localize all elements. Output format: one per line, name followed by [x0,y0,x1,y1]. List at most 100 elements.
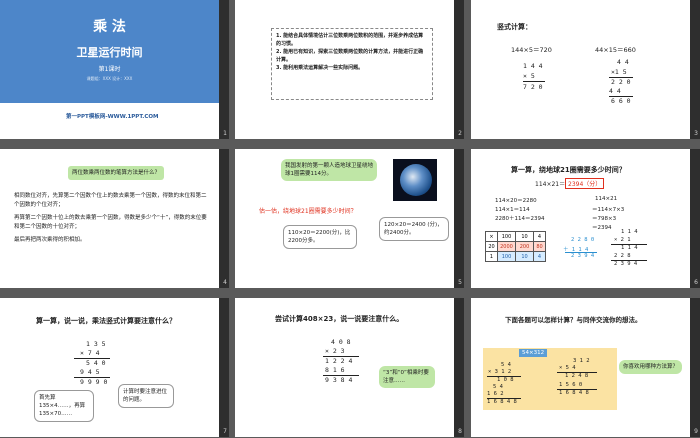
vert-line-4: 2 2 8 [614,253,631,259]
slide-thumbnail-1[interactable]: 乘 法 卫星运行时间 第1课时 课题组：XXX 设计：XXX 第一PPT模板网-… [0,0,229,139]
slide-number-7: 7 [223,428,227,435]
calc1-line-1: 5 4 [501,362,511,368]
grid-cell: 200 [515,241,534,252]
earth-image [393,159,437,201]
sum-line-1: 2 2 8 0 [571,237,595,243]
vert-line-2: × 2 1 [614,237,631,243]
preference-question: 你喜欢用哪种方法算？ [619,360,683,374]
slide-number-4: 4 [223,279,227,286]
calc1-line-3: 7 2 0 [523,83,543,91]
zero-note: “3”和“0”相乘时要注意…… [379,366,435,388]
vert-line-3: 1 1 4 [621,245,638,251]
slide-4-body: 相同数位对齐，先算第二个因数个位上的数去乘第一个因数，得数的末位和第二个因数的个… [14,192,210,245]
body-paragraph-3: 最后再把两次乘得的积相加。 [14,237,86,243]
slide-number-1: 1 [223,130,227,137]
estimate-1: 110×20＝2200(分)，比2200分多。 [283,225,357,249]
slide-thumbnail-9[interactable]: 下面各题可以怎样计算？与同伴交流你的想法。 54×312 5 4 × 3 1 2… [471,298,700,437]
slide-1-lesson: 第1课时 [98,66,121,73]
slide-number-5: 5 [458,279,462,286]
calc2-line-5: 1 6 8 4 8 [559,390,589,396]
problem-label: 54×312 [519,349,548,357]
slide-8-heading: 尝试计算408×23，说一说要注意什么。 [275,315,404,323]
slide-thumbnail-5[interactable]: 我国发射的第一颗人造地球卫星绕地球1圈需要114分。 估一估，绕地球21圈需要多… [235,149,464,288]
grid-cell: 20 [485,241,498,252]
grid-cell: 100 [497,231,516,242]
calc2-line-5: 6 6 0 [611,97,631,105]
estimate-2: 120×20＝2400 (分)，约2400分。 [379,217,449,241]
slide-6-answer: 2394（分） [565,178,605,189]
slide-number-6: 6 [694,279,698,286]
calc2-line-4: 1 5 6 0 [559,382,583,388]
alt-1: 114×21 [595,196,618,202]
slide-thumbnail-4[interactable]: 两位数乘两位数的笔算方法是什么？ 相同数位对齐，先算第二个因数个位上的数去乘第一… [0,149,229,288]
slide-4-question: 两位数乘两位数的笔算方法是什么？ [68,166,165,180]
slide-7-heading: 算一算，说一说，乘法竖式计算要注意什么？ [36,317,176,325]
objective-3: 3. 能利用乘法运算解决一些实际问题。 [276,65,364,71]
slide-number-3: 3 [694,130,698,137]
slide-1-title: 乘 法 [93,19,126,35]
vert-line-1: 1 1 4 [621,229,638,235]
grid-cell: 100 [497,251,516,262]
body-paragraph-1: 相同数位对齐，先算第二个因数个位上的数去乘第一个因数，得数的末位和第二个因数的个… [14,193,207,208]
objective-1: 1. 能结合具体情境估计三位数乘两位数积的范围，并逐步养成估算的习惯。 [276,33,424,47]
slide-thumbnail-2[interactable]: 1. 能结合具体情境估计三位数乘两位数积的范围，并逐步养成估算的习惯。 2. 能… [235,0,464,139]
estimate-question: 估一估，绕地球21圈需要多少时间？ [259,208,357,215]
slide-9-heading: 下面各题可以怎样计算？与同伴交流你的想法。 [505,316,642,324]
calc-line-3: 1 2 2 4 [325,357,353,365]
grid-cell: 2000 [497,241,516,252]
alt-4: ＝2394 [592,225,612,231]
calc-line-1: 1 3 5 [86,340,106,348]
calc2-line-3: 2 2 0 [611,78,631,86]
note-first-step: 首先算135×4……，再算135×70…… [34,390,94,422]
slide-thumbnail-6[interactable]: 算一算，绕地球21圈需要多少时间？ 114×21＝ 2394（分） 114×20… [471,149,700,288]
slide-thumbnail-3[interactable]: 竖式计算： 144×5＝720 44×15＝660 1 4 4 × 5 7 2 … [471,0,700,139]
calc2-line-1: 4 4 [617,58,629,66]
calc-line-4: 9 4 5 [80,368,100,376]
step-3: 2280＋114＝2394 [495,216,545,222]
calc1-line-6: 1 6 8 4 8 [487,399,517,405]
calc2-line-3: 1 2 4 8 [565,373,589,379]
step-2: 114×1＝114 [495,207,530,213]
grid-cell: 4 [533,231,546,242]
calc-line-5: 9 9 9 0 [80,378,108,386]
grid-table: × 100 10 4 20 2000 200 80 1 100 10 4 [485,231,546,262]
slide-3-heading: 竖式计算： [497,23,532,31]
calc2-line-2: × 5 4 [559,365,576,371]
slide-1-subtitle: 卫星运行时间 [76,46,143,59]
calc-line-3: 5 4 0 [86,359,106,367]
calc-line-1: 4 0 8 [331,338,351,346]
step-1: 114×20＝2280 [495,198,537,204]
grid-cell: 10 [515,231,534,242]
slide-thumbnail-7[interactable]: 算一算，说一说，乘法竖式计算要注意什么？ 1 3 5 × 7 4 5 4 0 9… [0,298,229,437]
calc1-line-3: 1 0 8 [497,377,514,383]
alt-2: ＝114×7×3 [592,207,625,213]
calc-line-5: 9 3 8 4 [325,376,353,384]
slide-number-8: 8 [458,428,462,435]
slide-1-credit: 课题组：XXX 设计：XXX [86,76,133,81]
satellite-callout: 我国发射的第一颗人造地球卫星绕地球1圈需要114分。 [281,159,377,181]
grid-cell: 80 [533,241,546,252]
grid-cell: × [485,231,498,242]
slide-6-heading: 算一算，绕地球21圈需要多少时间？ [511,166,626,174]
calc-line-4: 8 1 6 [325,366,345,374]
calc1-line-1: 1 4 4 [523,62,543,70]
slide-1-site: 第一PPT模板网-WWW.1PPT.COM [66,114,159,120]
calc2-line-1: 3 1 2 [573,358,590,364]
grid-cell: 1 [485,251,498,262]
calc-line-2: × 7 4 [80,349,100,357]
calc1-line-4: 5 4 [493,384,503,390]
vert-line-5: 2 3 9 4 [614,261,638,267]
equation-2: 44×15＝660 [595,46,636,54]
slide-thumbnail-8[interactable]: 尝试计算408×23，说一说要注意什么。 4 0 8 × 2 3 1 2 2 4… [235,298,464,437]
grid-cell: 4 [533,251,546,262]
calc1-line-5: 1 6 2 [487,391,504,397]
note-carry: 计算时要注意进位的问题。 [118,384,174,408]
grid-cell: 10 [515,251,534,262]
slide-number-2: 2 [458,130,462,137]
calc1-line-2: × 5 [523,72,535,80]
objectives-box: 1. 能结合具体情境估计三位数乘两位数积的范围，并逐步养成估算的习惯。 2. 能… [271,28,433,100]
alt-3: ＝798×3 [592,216,617,222]
calc2-line-4: 4 4 [609,87,621,95]
slide-number-9: 9 [694,428,698,435]
calc-line-2: × 2 3 [325,347,345,355]
